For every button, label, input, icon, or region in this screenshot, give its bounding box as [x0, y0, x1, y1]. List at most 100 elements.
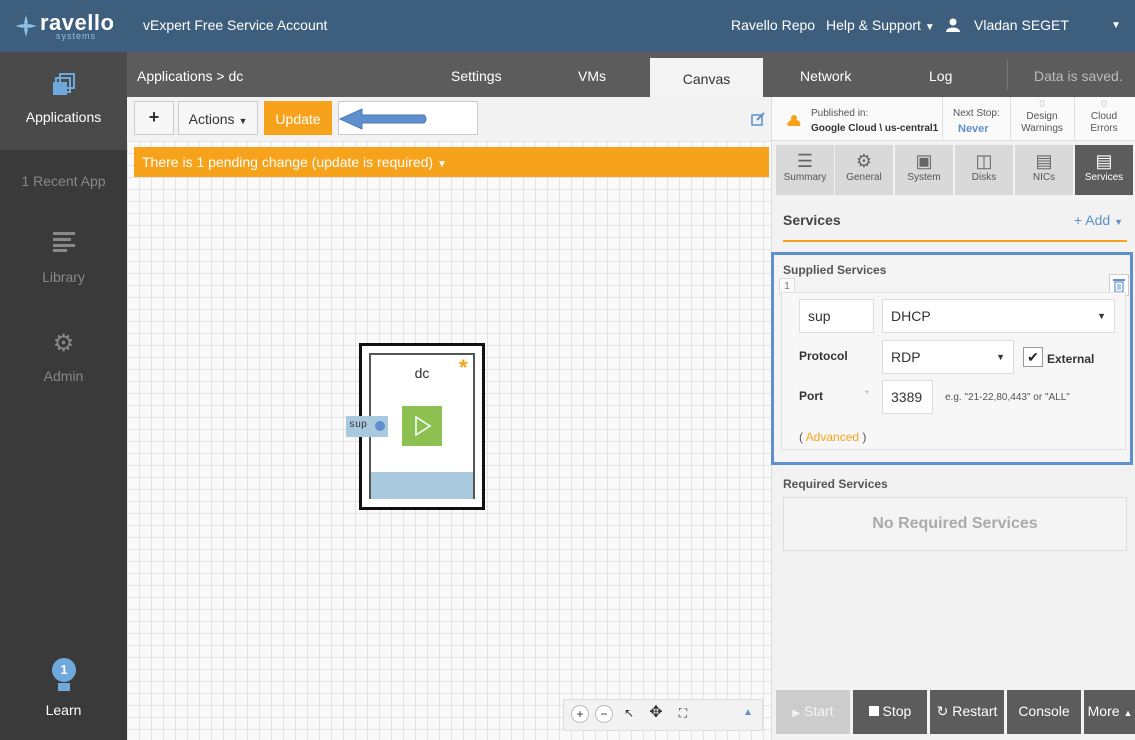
vm-footer	[371, 472, 473, 499]
breadcrumb[interactable]: Applications > dc	[137, 68, 243, 84]
pending-change-banner[interactable]: There is 1 pending change (update is req…	[134, 147, 769, 177]
learn-badge: 1	[52, 658, 76, 682]
subtab-general[interactable]: ⚙ General	[835, 145, 893, 195]
caret-down-icon: ▼	[1097, 311, 1106, 321]
sidebar-item-recent[interactable]: 1 Recent App	[0, 173, 127, 189]
services-underline	[783, 240, 1127, 242]
top-bar: ravello systems vExpert Free Service Acc…	[0, 0, 1135, 52]
add-vm-button[interactable]: +	[134, 101, 174, 135]
subtab-services[interactable]: ▤ Services	[1075, 145, 1133, 195]
service-name-input[interactable]: sup	[799, 299, 874, 333]
user-icon	[946, 18, 960, 32]
external-checkbox[interactable]: ✔	[1023, 347, 1043, 367]
design-warnings-label: Design Warnings	[1021, 111, 1063, 134]
service-type-value: DHCP	[891, 308, 931, 324]
caret-up-icon: ▲	[1123, 708, 1133, 718]
subtab-nics[interactable]: ▤ NICs	[1015, 145, 1073, 195]
chip-icon: ▣	[915, 151, 933, 171]
list-icon: ☰	[796, 151, 814, 171]
play-icon: ▶	[792, 708, 801, 719]
required-services-title: Required Services	[783, 477, 888, 491]
stop-button[interactable]: Stop	[853, 690, 927, 734]
actions-label: Actions	[188, 111, 235, 127]
published-value: Google Cloud \ us-central1	[811, 123, 939, 134]
sidebar-item-applications[interactable]: Applications	[0, 52, 127, 150]
caret-down-icon: ▼	[996, 352, 1005, 362]
save-status: Data is saved.	[1034, 68, 1123, 84]
ravello-logo-icon	[15, 15, 37, 37]
caret-down-icon: ▼	[238, 116, 248, 126]
cloud-errors[interactable]: 0 Cloud Errors	[1078, 99, 1130, 135]
restart-label: Restart	[952, 703, 998, 719]
port-label: Port	[799, 389, 823, 403]
supplied-services-title: Supplied Services	[783, 263, 887, 277]
fit-screen-icon[interactable]: ⛶	[674, 705, 692, 723]
pending-change-text: There is 1 pending change (update is req…	[142, 154, 434, 170]
zoom-out-icon[interactable]: −	[595, 705, 613, 723]
sidebar-item-learn[interactable]: 1 Learn	[0, 658, 127, 718]
subtab-label: General	[846, 172, 882, 183]
pointer-icon[interactable]: ↖	[620, 705, 638, 723]
advanced-link-text: Advanced	[805, 430, 860, 444]
subtab-disks[interactable]: ◫ Disks	[955, 145, 1013, 195]
divider	[1010, 97, 1011, 141]
advanced-link[interactable]: ( Advanced )	[799, 430, 866, 444]
actions-dropdown[interactable]: Actions ▼	[178, 101, 258, 135]
protocol-select[interactable]: RDP ▼	[882, 340, 1014, 374]
pan-icon[interactable]: ✥	[647, 705, 665, 723]
add-service-button[interactable]: + Add ▼	[1074, 212, 1123, 228]
left-sidebar: Applications 1 Recent App Library ⚙ Admi…	[0, 52, 127, 740]
right-panel: Published in: Google Cloud \ us-central1…	[771, 97, 1135, 740]
tab-network[interactable]: Network	[800, 68, 851, 84]
tab-canvas[interactable]: Canvas	[650, 58, 763, 97]
console-button[interactable]: Console	[1007, 690, 1081, 734]
vm-service-label: sup	[349, 420, 368, 431]
user-menu-caret-icon[interactable]: ▼	[1111, 20, 1121, 31]
vm-start-button[interactable]	[402, 406, 442, 446]
stop-label: Stop	[882, 703, 912, 719]
caret-down-icon: ▼	[924, 22, 935, 33]
sidebar-label-learn: Learn	[45, 702, 82, 718]
edit-icon[interactable]	[751, 112, 765, 126]
user-name[interactable]: Vladan SEGET	[974, 17, 1069, 33]
divider	[942, 97, 943, 141]
sidebar-item-library[interactable]: Library	[0, 232, 127, 292]
restart-button[interactable]: ↻ Restart	[930, 690, 1004, 734]
port-input[interactable]: 3389	[882, 380, 933, 414]
tab-settings[interactable]: Settings	[451, 68, 502, 84]
service-type-select[interactable]: DHCP ▼	[882, 299, 1115, 333]
server-icon: ▤	[1095, 151, 1113, 171]
subtab-summary[interactable]: ☰ Summary	[776, 145, 834, 195]
more-label: More	[1087, 703, 1120, 719]
tab-vms[interactable]: VMs	[578, 68, 606, 84]
stop-icon	[868, 706, 879, 716]
subtab-label: System	[907, 172, 941, 183]
vm-service-port[interactable]: sup	[346, 416, 388, 437]
sidebar-label-admin: Admin	[43, 368, 84, 384]
help-support-label: Help & Support	[826, 17, 921, 33]
ravello-logo[interactable]: ravello systems	[14, 10, 124, 42]
design-warnings[interactable]: 0 Design Warnings	[1014, 99, 1070, 135]
subtab-system[interactable]: ▣ System	[895, 145, 953, 195]
subtab-label: Summary	[783, 172, 827, 183]
sidebar-item-admin[interactable]: ⚙ Admin	[0, 332, 127, 392]
canvas-area[interactable]: There is 1 pending change (update is req…	[127, 141, 771, 740]
more-button[interactable]: More ▲	[1084, 690, 1135, 734]
services-title: Services	[783, 212, 841, 228]
modified-star-icon: *	[459, 355, 468, 380]
vm-name: dc	[414, 365, 430, 381]
start-label: Start	[804, 703, 834, 719]
zoom-in-icon[interactable]: +	[571, 705, 589, 723]
ravello-repo-link[interactable]: Ravello Repo	[731, 17, 815, 33]
next-stop-value[interactable]: Never	[958, 123, 989, 135]
protocol-label: Protocol	[799, 349, 848, 363]
help-support-menu[interactable]: Help & Support ▼	[826, 17, 935, 33]
arrow-annotation-icon	[338, 108, 427, 130]
update-button[interactable]: Update	[264, 101, 332, 135]
tab-log[interactable]: Log	[929, 68, 952, 84]
start-button[interactable]: ▶ Start	[776, 690, 850, 734]
collapse-up-icon[interactable]: ▲	[739, 705, 757, 723]
database-icon: ◫	[975, 151, 993, 171]
design-warnings-count: 0	[1039, 99, 1045, 110]
subtab-label: Disks	[971, 172, 997, 183]
